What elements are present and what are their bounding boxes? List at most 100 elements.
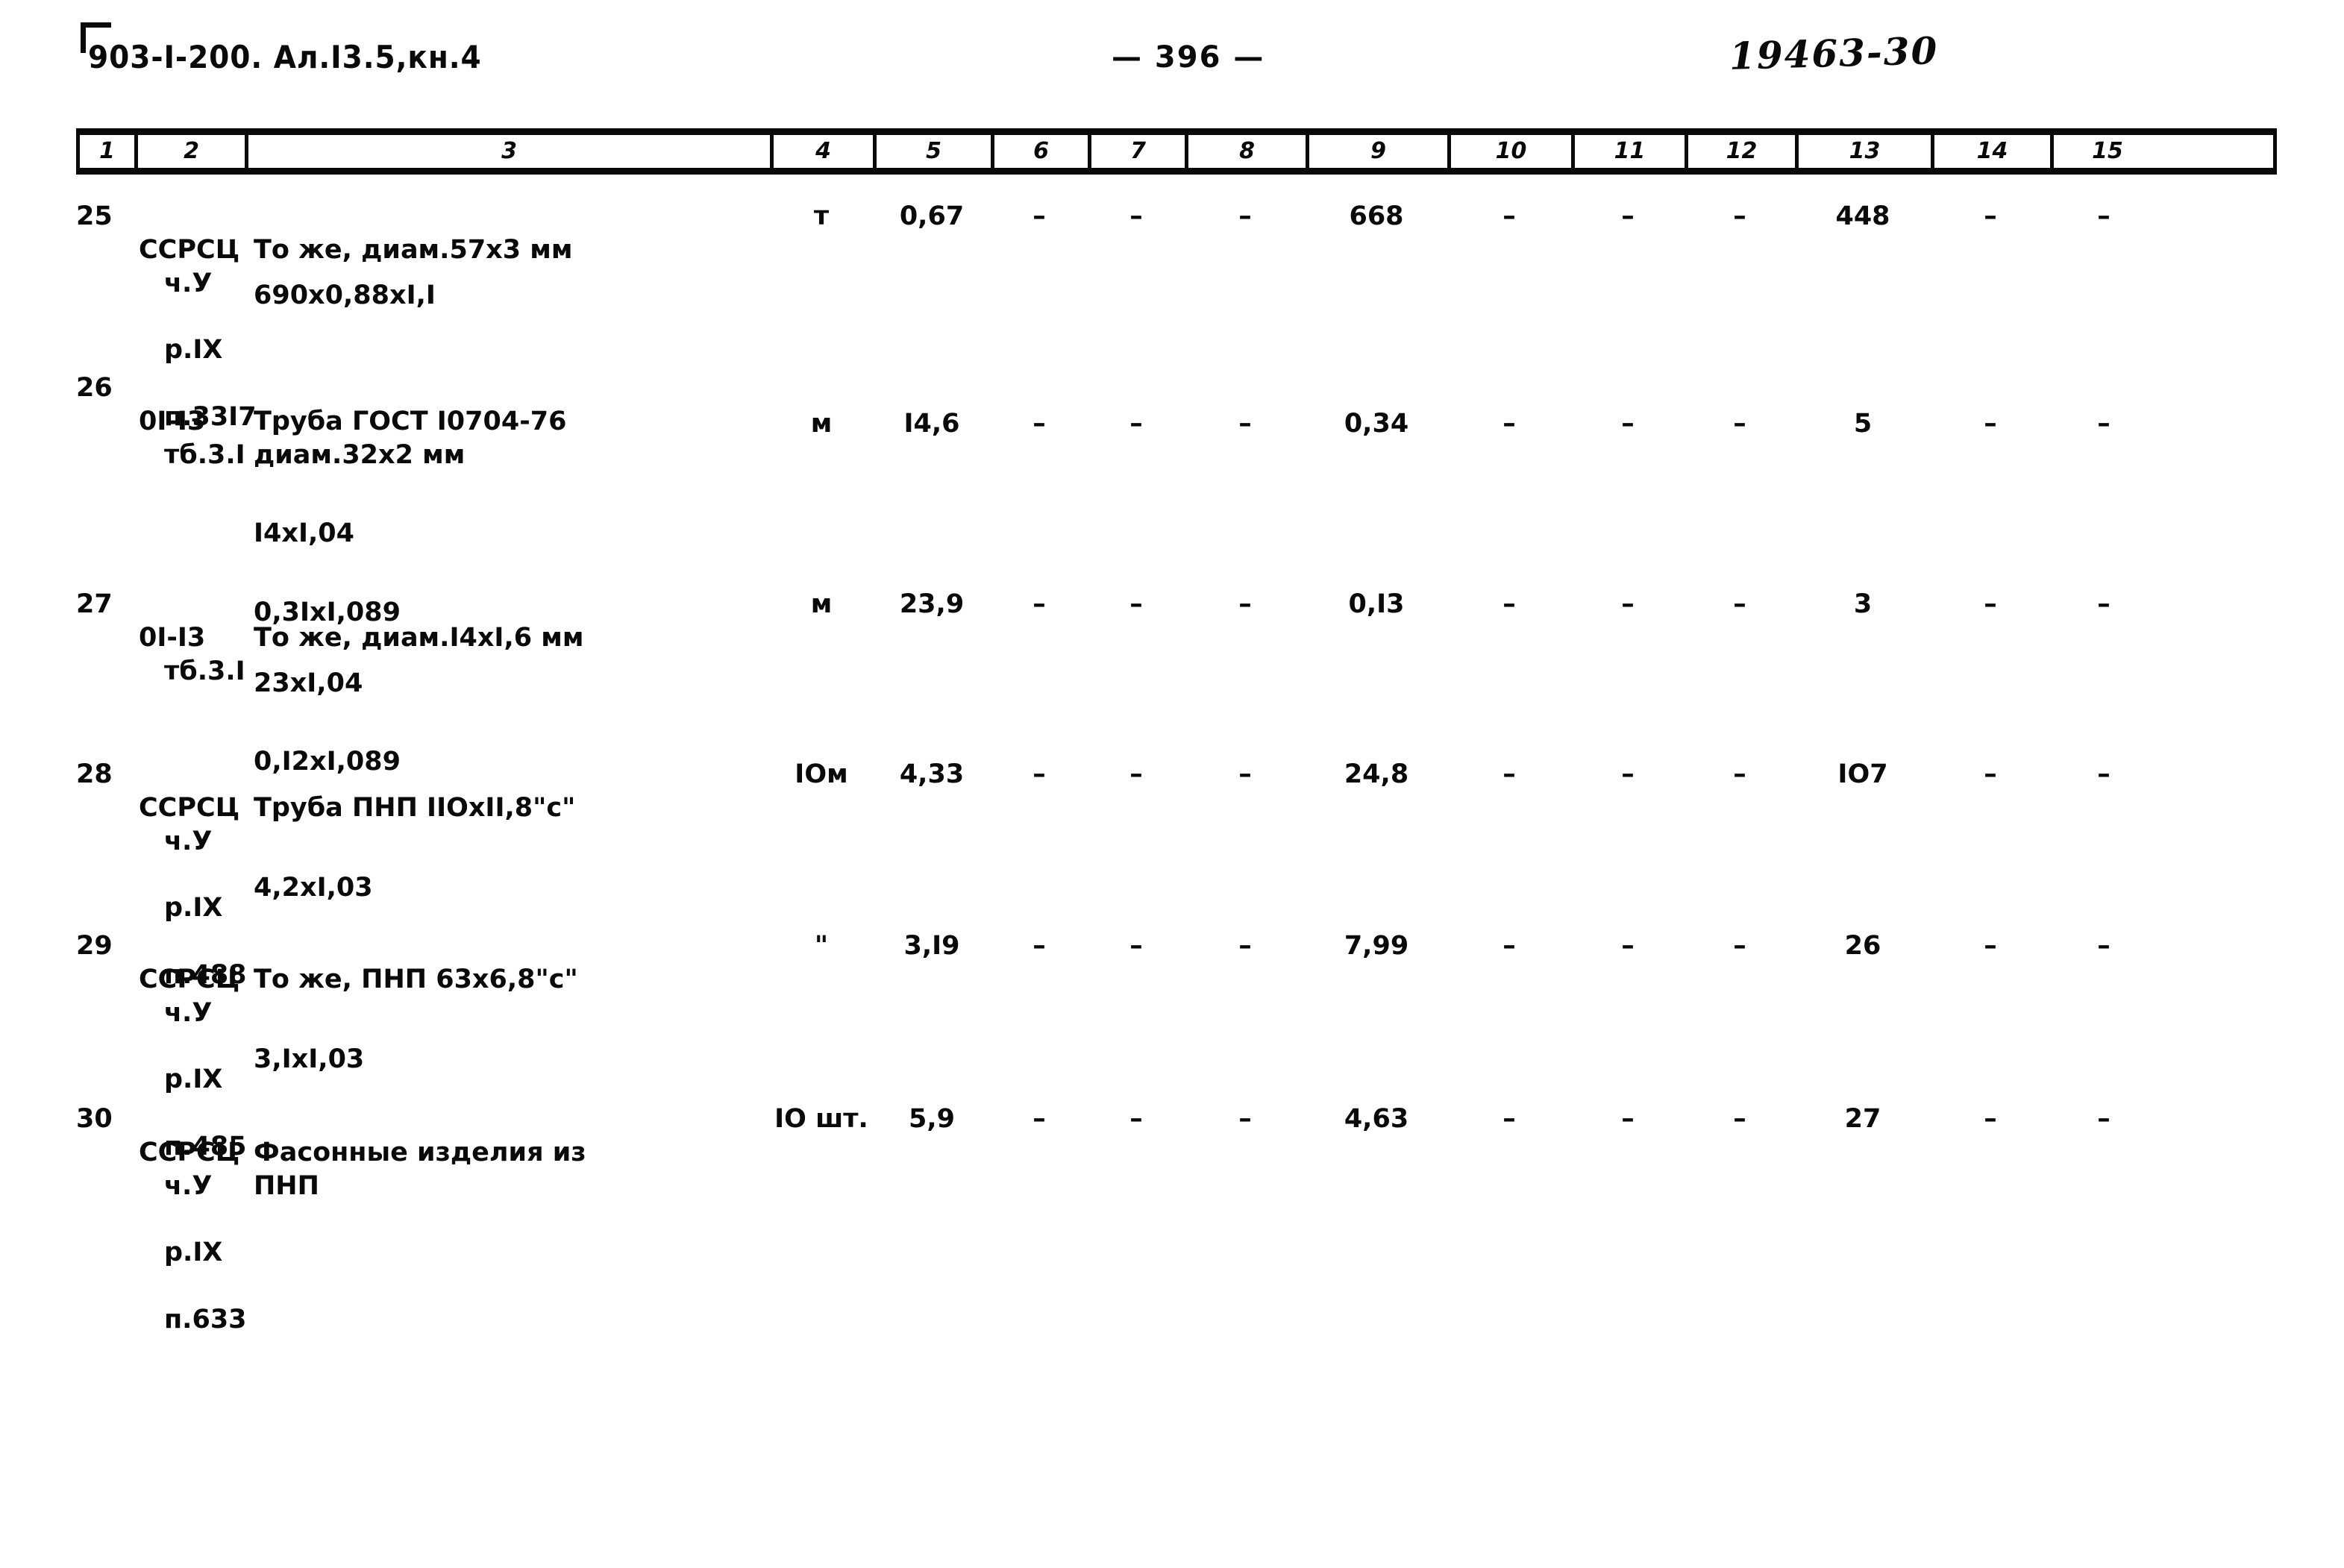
column-header-2: 2 [138,135,248,168]
value-col-15: – [2097,759,2110,789]
row-number: 29 [76,931,113,961]
column-header-4: 4 [774,135,877,168]
document-code: 903-I-200. Ал.I3.5,кн.4 [88,39,482,75]
table-row: 26 0I-I3 тб.3.I Труба ГОСТ I0704-76 диам… [76,371,2277,627]
column-header-13: 13 [1799,135,1934,168]
code-line-4: п.633 [164,1304,247,1335]
value-col-7: – [1129,1104,1143,1134]
unit-cell: т [813,201,830,231]
value-col-12: – [1733,759,1746,789]
row-number: 30 [76,1104,113,1134]
description-line-2: 690х0,88хI,I [254,280,436,310]
value-col-8: – [1238,589,1252,619]
table-row: 29 ССРСЦ ч.У р.IX п.485 То же, ПНП 63х6,… [76,929,2277,1161]
value-col-11: – [1621,589,1635,619]
value-col-5: 23,9 [899,589,965,619]
page-number: — 396 — [1112,40,1265,75]
table-body: 25 ССРСЦ ч.У р.IX п.33I7 То же, диам.57х… [76,200,2277,1335]
value-col-10: – [1502,201,1516,231]
column-header-14: 14 [1934,135,2054,168]
value-col-6: – [1032,759,1046,789]
code-line-2: ч.У [164,1170,213,1201]
code-line-1: 0I-I3 [139,622,206,653]
value-col-9: 7,99 [1344,931,1409,961]
value-col-12: – [1733,1104,1746,1134]
value-col-14: – [1984,589,1997,619]
row-number: 26 [76,373,113,403]
table-row: 30 ССРСЦ ч.У р.IX п.633 Фасонные изделия… [76,1103,2277,1335]
table-column-header: 1 2 3 4 5 6 7 8 9 10 11 12 13 14 15 [76,128,2277,175]
description-line-1: Фасонные изделия из [254,1137,586,1167]
description-line-1: Труба ПНП IIОхII,8"с" [254,792,576,823]
value-col-8: – [1238,759,1252,789]
value-col-9: 4,63 [1344,1104,1409,1134]
value-col-6: – [1032,1104,1046,1134]
value-col-14: – [1984,931,1997,961]
value-col-7: – [1129,201,1143,231]
column-header-7: 7 [1091,135,1188,168]
value-col-13: 26 [1844,931,1881,961]
value-col-11: – [1621,759,1635,789]
value-col-13: 3 [1853,589,1873,619]
table-row: 27 0I-I3 тб.3.I То же, диам.I4хI,6 мм 23… [76,588,2277,777]
value-col-7: – [1129,759,1143,789]
row-code-cell: 0I-I3 тб.3.I [134,371,245,505]
value-col-11: – [1621,931,1635,961]
value-col-6: – [1032,931,1046,961]
value-col-8: – [1238,201,1252,231]
value-col-9: 24,8 [1344,759,1409,789]
value-col-5: 5,9 [908,1104,955,1134]
code-line-1: 0I-I3 [139,406,206,436]
row-code-cell: ССРСЦ ч.У р.IX п.633 [134,1103,247,1370]
row-number: 28 [76,759,113,789]
code-line-2: тб.3.I [164,656,245,686]
table-row: 25 ССРСЦ ч.У р.IX п.33I7 То же, диам.57х… [76,200,2277,432]
code-line-3: р.IX [164,335,223,366]
value-col-10: – [1502,409,1516,439]
value-col-10: – [1502,589,1516,619]
column-header-15: 15 [2092,138,2123,164]
value-col-9: 668 [1349,201,1404,231]
value-col-13: 448 [1835,201,1890,231]
value-col-12: – [1733,201,1746,231]
value-col-11: – [1621,409,1635,439]
column-header-6: 6 [994,135,1091,168]
column-header-9: 9 [1309,135,1451,168]
value-col-5: 0,67 [899,201,965,231]
value-col-12: – [1733,589,1746,619]
row-number: 27 [76,589,113,619]
value-col-8: – [1238,931,1252,961]
value-col-15: – [2097,931,2110,961]
row-description-cell: Фасонные изделия из ПНП [245,1103,770,1236]
description-line-2: 4,2хI,03 [254,872,373,903]
description-line-2: 23хI,04 [254,668,363,698]
column-header-12: 12 [1688,135,1799,168]
description-line-1: Труба ГОСТ I0704-76 [254,406,567,436]
row-number: 25 [76,201,113,231]
value-col-11: – [1621,201,1635,231]
code-line-3: р.IX [164,1064,223,1095]
value-col-15: – [2097,201,2110,231]
handwritten-stamp-code: 19463-30 [1729,28,1940,78]
unit-cell: IО шт. [774,1104,868,1134]
value-col-14: – [1984,409,1997,439]
column-header-5: 5 [877,135,994,168]
value-col-8: – [1238,1104,1252,1134]
unit-cell: IОм [795,759,848,789]
column-header-3: 3 [248,135,774,168]
value-col-6: – [1032,589,1046,619]
value-col-15: – [2097,589,2110,619]
code-line-1: ССРСЦ [139,792,240,823]
value-col-9: 0,34 [1344,409,1409,439]
value-col-13: IО7 [1837,759,1888,789]
unit-cell: м [810,589,833,619]
code-line-2: тб.3.I [164,439,245,470]
column-header-10: 10 [1451,135,1575,168]
description-line-2: ПНП [254,1170,319,1201]
code-line-2: ч.У [164,997,213,1028]
value-col-5: 4,33 [899,759,965,789]
value-col-10: – [1502,1104,1516,1134]
column-header-11: 11 [1575,135,1688,168]
value-col-6: – [1032,201,1046,231]
description-line-2: диам.32х2 мм [254,439,466,470]
